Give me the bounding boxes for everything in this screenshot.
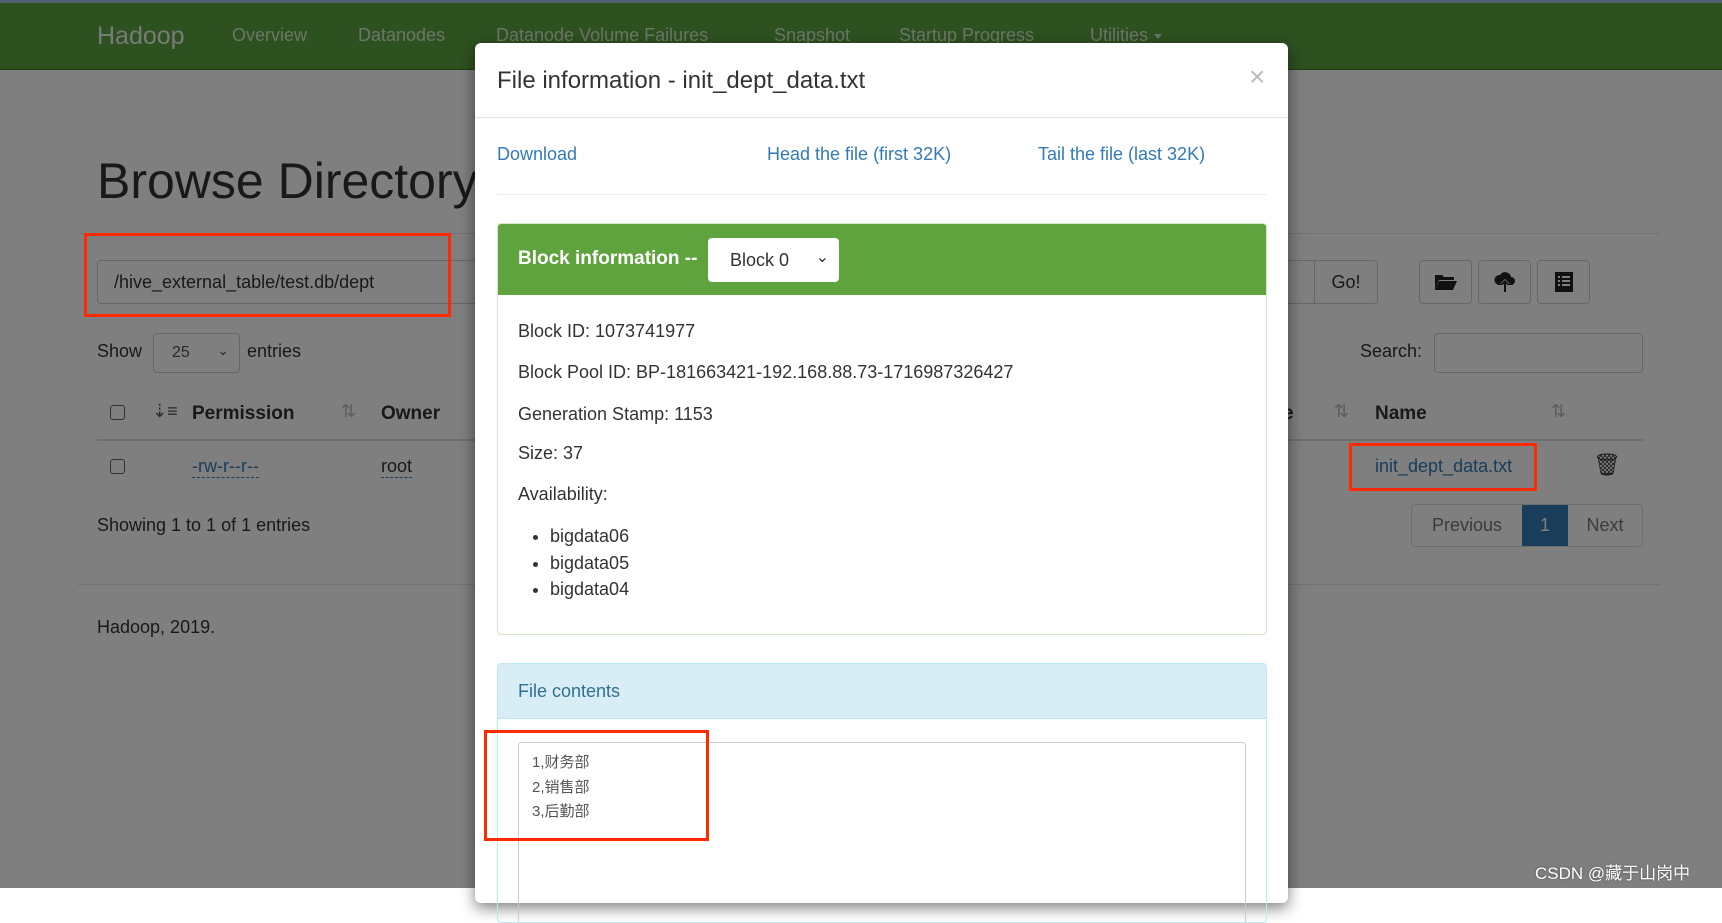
file-contents-title: File contents — [518, 681, 621, 701]
block-id: Block ID: 1073741977 — [518, 321, 696, 341]
datanode-item: bigdata06 — [550, 523, 629, 550]
annotation-box-filename — [1349, 443, 1537, 491]
block-information-panel: Block information -- Block 0 ⌄ Block ID: … — [497, 223, 1267, 635]
availability-label: Availability: — [518, 484, 608, 504]
chevron-down-icon: ⌄ — [815, 249, 829, 266]
block-panel-title: Block information -- — [518, 248, 698, 269]
block-size: Size: 37 — [518, 443, 584, 463]
block-select-value: Block 0 — [730, 250, 790, 270]
file-contents-header: File contents — [498, 664, 1266, 719]
modal-header-border — [475, 117, 1288, 118]
availability-list: bigdata06 bigdata05 bigdata04 — [550, 523, 629, 603]
block-panel-header: Block information -- Block 0 ⌄ — [498, 224, 1266, 295]
modal-title: File information - init_dept_data.txt — [497, 67, 866, 94]
annotation-box-path — [84, 233, 451, 317]
generation-stamp: Generation Stamp: 1153 — [518, 404, 713, 424]
annotation-box-contents — [484, 730, 709, 841]
download-link[interactable]: Download — [497, 144, 577, 165]
block-pool-id: Block Pool ID: BP-181663421-192.168.88.7… — [518, 362, 1014, 382]
datanode-item: bigdata05 — [550, 550, 629, 577]
watermark: CSDN @藏于山岗中 — [1535, 864, 1691, 883]
divider — [497, 194, 1267, 195]
close-icon[interactable]: × — [1249, 61, 1265, 93]
datanode-item: bigdata04 — [550, 576, 629, 603]
tail-file-link[interactable]: Tail the file (last 32K) — [1038, 144, 1205, 165]
block-select[interactable]: Block 0 ⌄ — [708, 238, 839, 282]
head-file-link[interactable]: Head the file (first 32K) — [767, 144, 951, 165]
